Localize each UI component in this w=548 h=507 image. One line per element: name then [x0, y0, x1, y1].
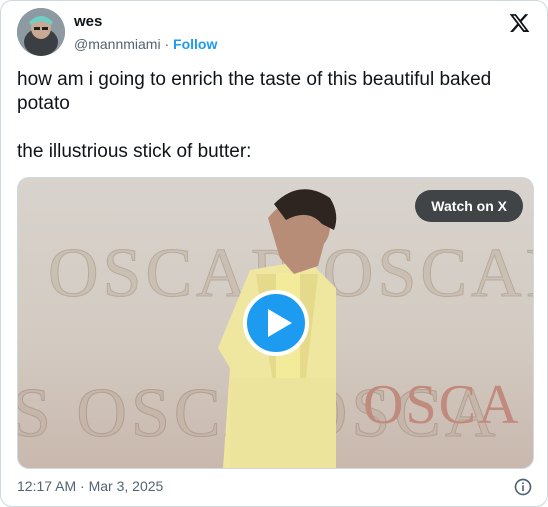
tweet-line-2: the illustrious stick of butter:: [17, 141, 252, 162]
svg-text:OSCA: OSCA: [363, 374, 520, 436]
tweet-text: how am i going to enrich the taste of th…: [17, 68, 532, 164]
follow-button[interactable]: Follow: [173, 36, 217, 52]
info-icon[interactable]: [513, 477, 533, 497]
video-thumbnail[interactable]: OSCAR OSCAR S OSCA OSCA OSCA Watch on X: [17, 177, 534, 469]
author-handle-row: @mannmiami · Follow: [74, 36, 217, 52]
x-logo-icon[interactable]: [508, 12, 531, 34]
tweet-timestamp[interactable]: 12:17 AM · Mar 3, 2025: [17, 478, 163, 494]
author-name[interactable]: wes: [74, 13, 102, 30]
separator-dot: ·: [164, 36, 170, 52]
play-icon: [268, 309, 292, 337]
tweet-embed-card: wes @mannmiami · Follow how am i going t…: [0, 0, 548, 507]
play-button[interactable]: [243, 290, 309, 356]
avatar-image: [17, 8, 65, 56]
tweet-line-1: how am i going to enrich the taste of th…: [17, 69, 492, 114]
author-handle[interactable]: @mannmiami: [74, 36, 161, 52]
avatar[interactable]: [17, 8, 65, 56]
watch-on-x-button[interactable]: Watch on X: [415, 190, 523, 222]
